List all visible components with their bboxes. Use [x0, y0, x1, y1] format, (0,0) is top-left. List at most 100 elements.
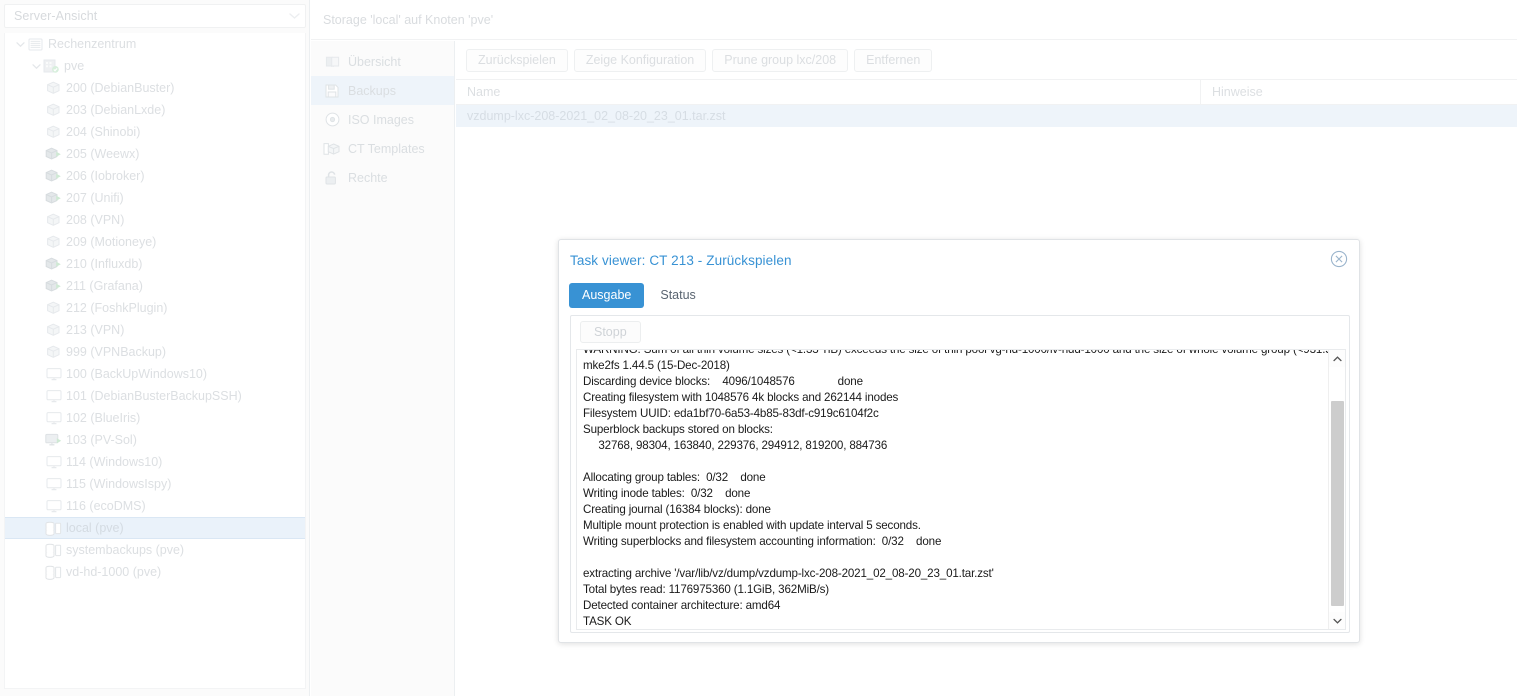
tree-item-label: 114 (Windows10) — [66, 455, 163, 469]
container-stopped-icon — [45, 80, 62, 96]
tree-item-label: 103 (PV-Sol) — [66, 433, 137, 447]
datacenter-icon — [27, 36, 44, 52]
nav-item-backups[interactable]: Backups — [311, 76, 454, 105]
tree-item[interactable]: 101 (DebianBusterBackupSSH) — [5, 385, 305, 407]
tree-item-label: 213 (VPN) — [66, 323, 125, 337]
tab-ausgabe[interactable]: Ausgabe — [569, 282, 645, 308]
disc-icon — [323, 112, 341, 127]
log-line-text: WARNING: Sum of all thin volume sizes (<… — [583, 350, 1329, 358]
tree-item[interactable]: local (pve) — [5, 517, 305, 539]
storage-icon — [45, 542, 62, 558]
tree-item[interactable]: 207 (Unifi) — [5, 187, 305, 209]
tree-item[interactable]: 208 (VPN) — [5, 209, 305, 231]
tree-item[interactable]: 209 (Motioneye) — [5, 231, 305, 253]
container-stopped-icon — [45, 344, 62, 360]
task-log-output[interactable]: WARNING: Sum of all thin volume sizes (<… — [577, 350, 1329, 629]
tree-item[interactable]: 205 (Weewx) — [5, 143, 305, 165]
remove-button[interactable]: Entfernen — [854, 48, 933, 72]
restore-button[interactable]: Zurückspielen — [466, 48, 568, 72]
chevron-down-icon[interactable] — [283, 5, 305, 27]
unlock-icon — [323, 170, 341, 185]
show-configuration-button[interactable]: Zeige Konfiguration — [573, 48, 707, 72]
tree-item[interactable]: 103 (PV-Sol) — [5, 429, 305, 451]
log-line: WARNING: Sum of all thin volume sizes (<… — [583, 350, 1329, 358]
tree-item[interactable]: 999 (VPNBackup) — [5, 341, 305, 363]
tree-item[interactable]: pve — [5, 55, 305, 77]
tree-item[interactable]: 210 (Influxdb) — [5, 253, 305, 275]
tree-item[interactable]: 116 (ecoDMS) — [5, 495, 305, 517]
nav-item-ct-templates[interactable]: CT Templates — [311, 134, 454, 163]
tree-item-label: 210 (Influxdb) — [66, 257, 143, 271]
storage-icon — [45, 564, 62, 580]
scrollbar-thumb[interactable] — [1331, 401, 1344, 606]
tree-item[interactable]: 115 (WindowsIspy) — [5, 473, 305, 495]
log-line: Multiple mount protection is enabled wit… — [583, 519, 921, 532]
floppy-disk-icon — [323, 84, 341, 98]
nav-item-label: CT Templates — [348, 141, 425, 156]
tree-item[interactable]: 203 (DebianLxde) — [5, 99, 305, 121]
task-log-container: WARNING: Sum of all thin volume sizes (<… — [576, 349, 1346, 630]
log-line: Writing superblocks and filesystem accou… — [583, 535, 942, 548]
nav-item--bersicht[interactable]: Übersicht — [311, 47, 454, 76]
vm-stopped-icon — [45, 388, 62, 404]
server-view-selector[interactable]: Server-Ansicht — [4, 4, 306, 28]
log-line: Total bytes read: 1176975360 (1.1GiB, 36… — [583, 583, 830, 596]
server-view-selector-label: Server-Ansicht — [14, 9, 98, 23]
task-log-scrollbar[interactable] — [1328, 350, 1345, 629]
log-line: extracting archive '/var/lib/vz/dump/vzd… — [583, 567, 994, 580]
tree-item-label: vd-hd-1000 (pve) — [66, 565, 162, 579]
dialog-title: Task viewer: CT 213 - Zurückspielen — [570, 252, 792, 268]
stop-button[interactable]: Stopp — [580, 321, 641, 343]
vm-stopped-icon — [45, 498, 62, 514]
container-stopped-icon — [45, 124, 62, 140]
close-circle-icon[interactable] — [1329, 249, 1349, 269]
tree-expander-icon[interactable] — [13, 37, 27, 51]
tree-item-label: 207 (Unifi) — [66, 191, 124, 205]
vm-stopped-icon — [45, 454, 62, 470]
dialog-header: Task viewer: CT 213 - Zurückspielen — [559, 240, 1359, 280]
tree-item[interactable]: 102 (BlueIris) — [5, 407, 305, 429]
nav-item-label: Rechte — [348, 170, 388, 185]
log-line: Allocating group tables: 0/32 done — [583, 471, 766, 484]
tree-item-label: 200 (DebianBuster) — [66, 81, 175, 95]
chevron-down-icon[interactable] — [1329, 612, 1345, 629]
tree-item[interactable]: 213 (VPN) — [5, 319, 305, 341]
container-stopped-icon — [45, 212, 62, 228]
table-row[interactable]: vzdump-lxc-208-2021_02_08-20_23_01.tar.z… — [456, 105, 1517, 127]
tree-item[interactable]: Rechenzentrum — [5, 33, 305, 55]
task-viewer-dialog: Task viewer: CT 213 - Zurückspielen Ausg… — [558, 239, 1360, 643]
prune-group-button[interactable]: Prune group lxc/208 — [712, 48, 849, 72]
content-nav: Übersicht Backups ISO Images CT Templates Re… — [311, 41, 455, 696]
tree-item[interactable]: systembackups (pve) — [5, 539, 305, 561]
tab-status[interactable]: Status — [647, 283, 708, 308]
log-line: mke2fs 1.44.5 (15-Dec-2018) — [583, 359, 730, 372]
tree-item[interactable]: 204 (Shinobi) — [5, 121, 305, 143]
template-icon — [323, 142, 341, 156]
tree-item[interactable]: 206 (Iobroker) — [5, 165, 305, 187]
tree-item-label: 116 (ecoDMS) — [66, 499, 146, 513]
tree-expander-icon[interactable] — [29, 59, 43, 73]
log-line: Superblock backups stored on blocks: — [583, 423, 773, 436]
tree-item[interactable]: 200 (DebianBuster) — [5, 77, 305, 99]
tree-item[interactable]: 211 (Grafana) — [5, 275, 305, 297]
nav-item-iso-images[interactable]: ISO Images — [311, 105, 454, 134]
tree-item-label: 101 (DebianBusterBackupSSH) — [66, 389, 242, 403]
container-stopped-icon — [45, 322, 62, 338]
tree-item[interactable]: 114 (Windows10) — [5, 451, 305, 473]
tree-item-label: 203 (DebianLxde) — [66, 103, 166, 117]
tree-item[interactable]: 100 (BackUpWindows10) — [5, 363, 305, 385]
column-header-name[interactable]: Name — [456, 80, 1201, 104]
column-header-notes[interactable]: Hinweise — [1201, 80, 1517, 104]
vm-stopped-icon — [45, 476, 62, 492]
tree-item-label: 212 (FoshkPlugin) — [66, 301, 168, 315]
nav-item-rechte[interactable]: Rechte — [311, 163, 454, 192]
scrollbar-track[interactable] — [1329, 367, 1345, 612]
tree-item[interactable]: vd-hd-1000 (pve) — [5, 561, 305, 583]
chevron-up-icon[interactable] — [1329, 350, 1345, 367]
tree-item-label: 102 (BlueIris) — [66, 411, 141, 425]
tree-item[interactable]: 212 (FoshkPlugin) — [5, 297, 305, 319]
log-line: 32768, 98304, 163840, 229376, 294912, 81… — [583, 439, 888, 452]
vm-stopped-icon — [45, 410, 62, 426]
node-running-icon — [43, 58, 60, 74]
